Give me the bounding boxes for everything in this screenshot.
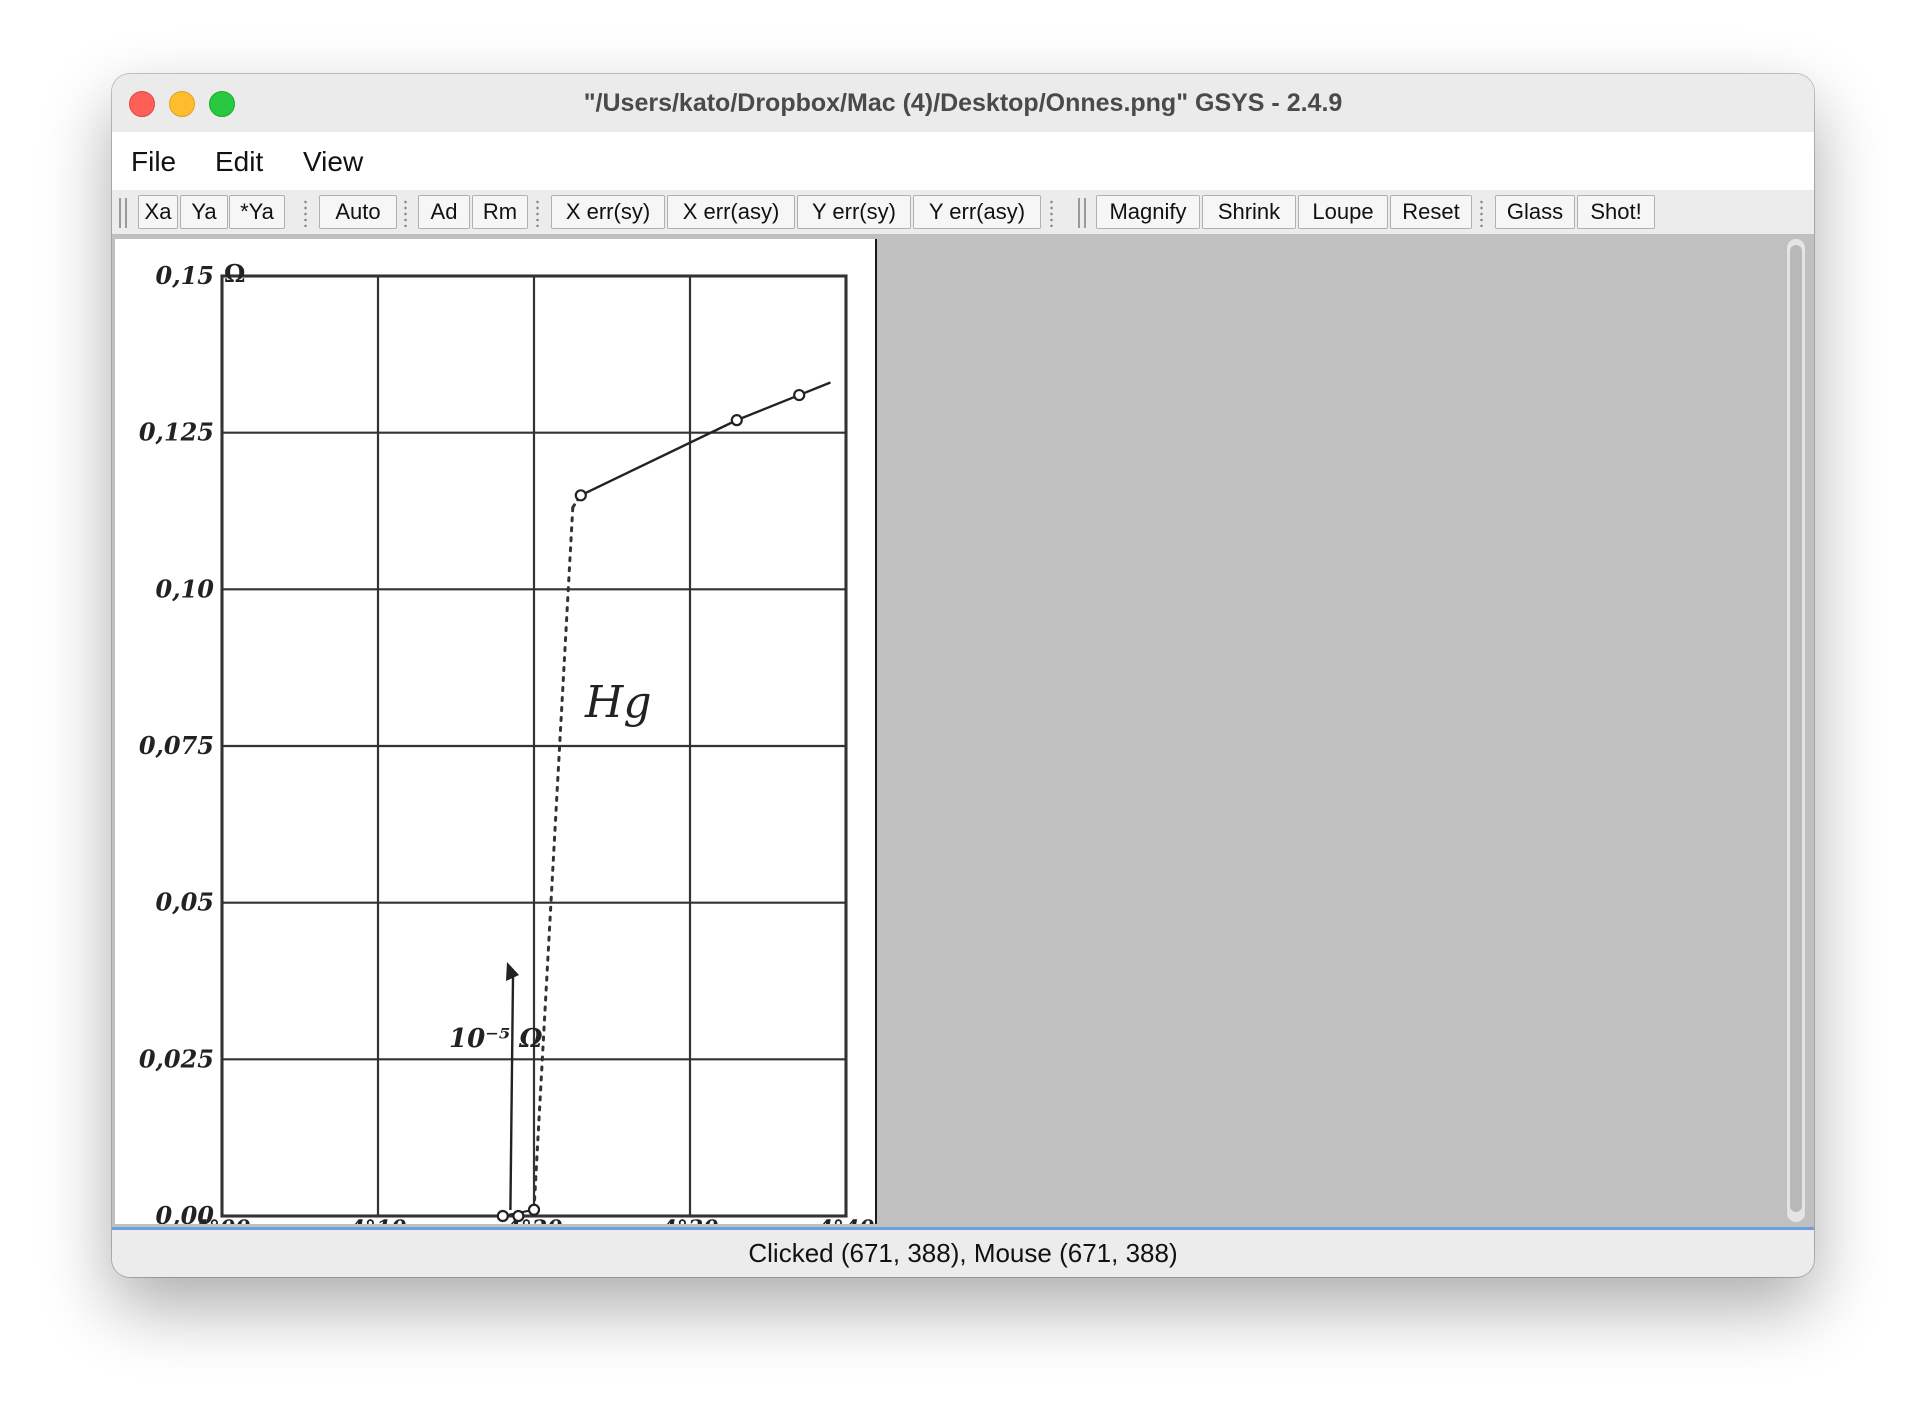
- loupe-button[interactable]: Loupe: [1298, 195, 1388, 229]
- menu-edit[interactable]: Edit: [215, 146, 263, 178]
- data-point: [496, 1209, 509, 1223]
- x-err-sy-button[interactable]: X err(sy): [551, 195, 665, 229]
- y-tick-label: 0,125: [139, 418, 214, 447]
- data-point: [574, 489, 587, 502]
- menu-file[interactable]: File: [131, 146, 176, 178]
- auto-button[interactable]: Auto: [319, 195, 397, 229]
- toolbar-grip-icon[interactable]: [1078, 198, 1086, 228]
- scanned-chart: 0,000,0250,050,0750,100,1250,154°004°104…: [139, 259, 875, 1242]
- data-point: [730, 414, 743, 427]
- annotation-arrow-shaft: [509, 976, 515, 1211]
- toolbar-separator: [536, 199, 539, 227]
- data-point: [527, 1203, 541, 1216]
- y-tick-label: 0,10: [156, 574, 215, 603]
- y-tick-label: 0,025: [139, 1044, 214, 1073]
- x-tick-label: 4°30: [662, 1216, 720, 1224]
- content-area: 0,000,0250,050,0750,100,1250,154°004°104…: [112, 235, 1814, 1242]
- toolbar-separator: [304, 199, 307, 227]
- x-tick-label: 4°00: [194, 1216, 252, 1224]
- remove-point-button[interactable]: Rm: [472, 195, 528, 229]
- ya-button[interactable]: Ya: [180, 195, 228, 229]
- toolbar-separator: [1050, 199, 1053, 227]
- add-point-button[interactable]: Ad: [418, 195, 470, 229]
- reset-button[interactable]: Reset: [1390, 195, 1472, 229]
- window-title: "/Users/kato/Dropbox/Mac (4)/Desktop/Onn…: [583, 89, 1343, 117]
- toolbar-separator: [1480, 199, 1483, 227]
- app-window: "/Users/kato/Dropbox/Mac (4)/Desktop/Onn…: [112, 74, 1814, 1277]
- menu-view[interactable]: View: [303, 146, 363, 178]
- y-tick-label: 0,075: [139, 731, 214, 760]
- y-err-asy-button[interactable]: Y err(asy): [913, 195, 1041, 229]
- series-dotted-segment: [532, 505, 575, 1212]
- series-annotation-label: Hg: [584, 677, 652, 728]
- image-canvas[interactable]: 0,000,0250,050,0750,100,1250,154°004°104…: [115, 239, 877, 1242]
- glass-button[interactable]: Glass: [1495, 195, 1575, 229]
- status-bar: Clicked (671, 388), Mouse (671, 388): [112, 1227, 1814, 1277]
- data-point: [512, 1209, 525, 1223]
- toolbar-grip-icon[interactable]: [119, 198, 127, 228]
- toolbar-separator: [404, 199, 407, 227]
- scrollbar-thumb[interactable]: [1790, 245, 1802, 1212]
- low-resistance-label: 10⁻⁵ Ω: [449, 1024, 543, 1054]
- x-err-asy-button[interactable]: X err(asy): [667, 195, 795, 229]
- x-tick-label: 4°10: [350, 1216, 408, 1224]
- y-tick-label: 0,05: [156, 888, 214, 917]
- magnify-button[interactable]: Magnify: [1096, 195, 1200, 229]
- x-tick-label: 4°40: [818, 1216, 875, 1224]
- title-bar: "/Users/kato/Dropbox/Mac (4)/Desktop/Onn…: [112, 74, 1814, 133]
- y-err-sy-button[interactable]: Y err(sy): [797, 195, 911, 229]
- vertical-scrollbar[interactable]: [1787, 239, 1805, 1222]
- y-axis-unit-label: Ω: [224, 259, 245, 288]
- shot-button[interactable]: Shot!: [1577, 195, 1655, 229]
- xa-button[interactable]: Xa: [138, 195, 178, 229]
- y-tick-label: 0,15: [156, 261, 214, 290]
- star-ya-button[interactable]: *Ya: [229, 195, 285, 229]
- toolbar: Xa Ya *Ya Auto Ad Rm X err(sy) X err(asy…: [112, 190, 1814, 235]
- data-point: [793, 388, 806, 402]
- shrink-button[interactable]: Shrink: [1202, 195, 1296, 229]
